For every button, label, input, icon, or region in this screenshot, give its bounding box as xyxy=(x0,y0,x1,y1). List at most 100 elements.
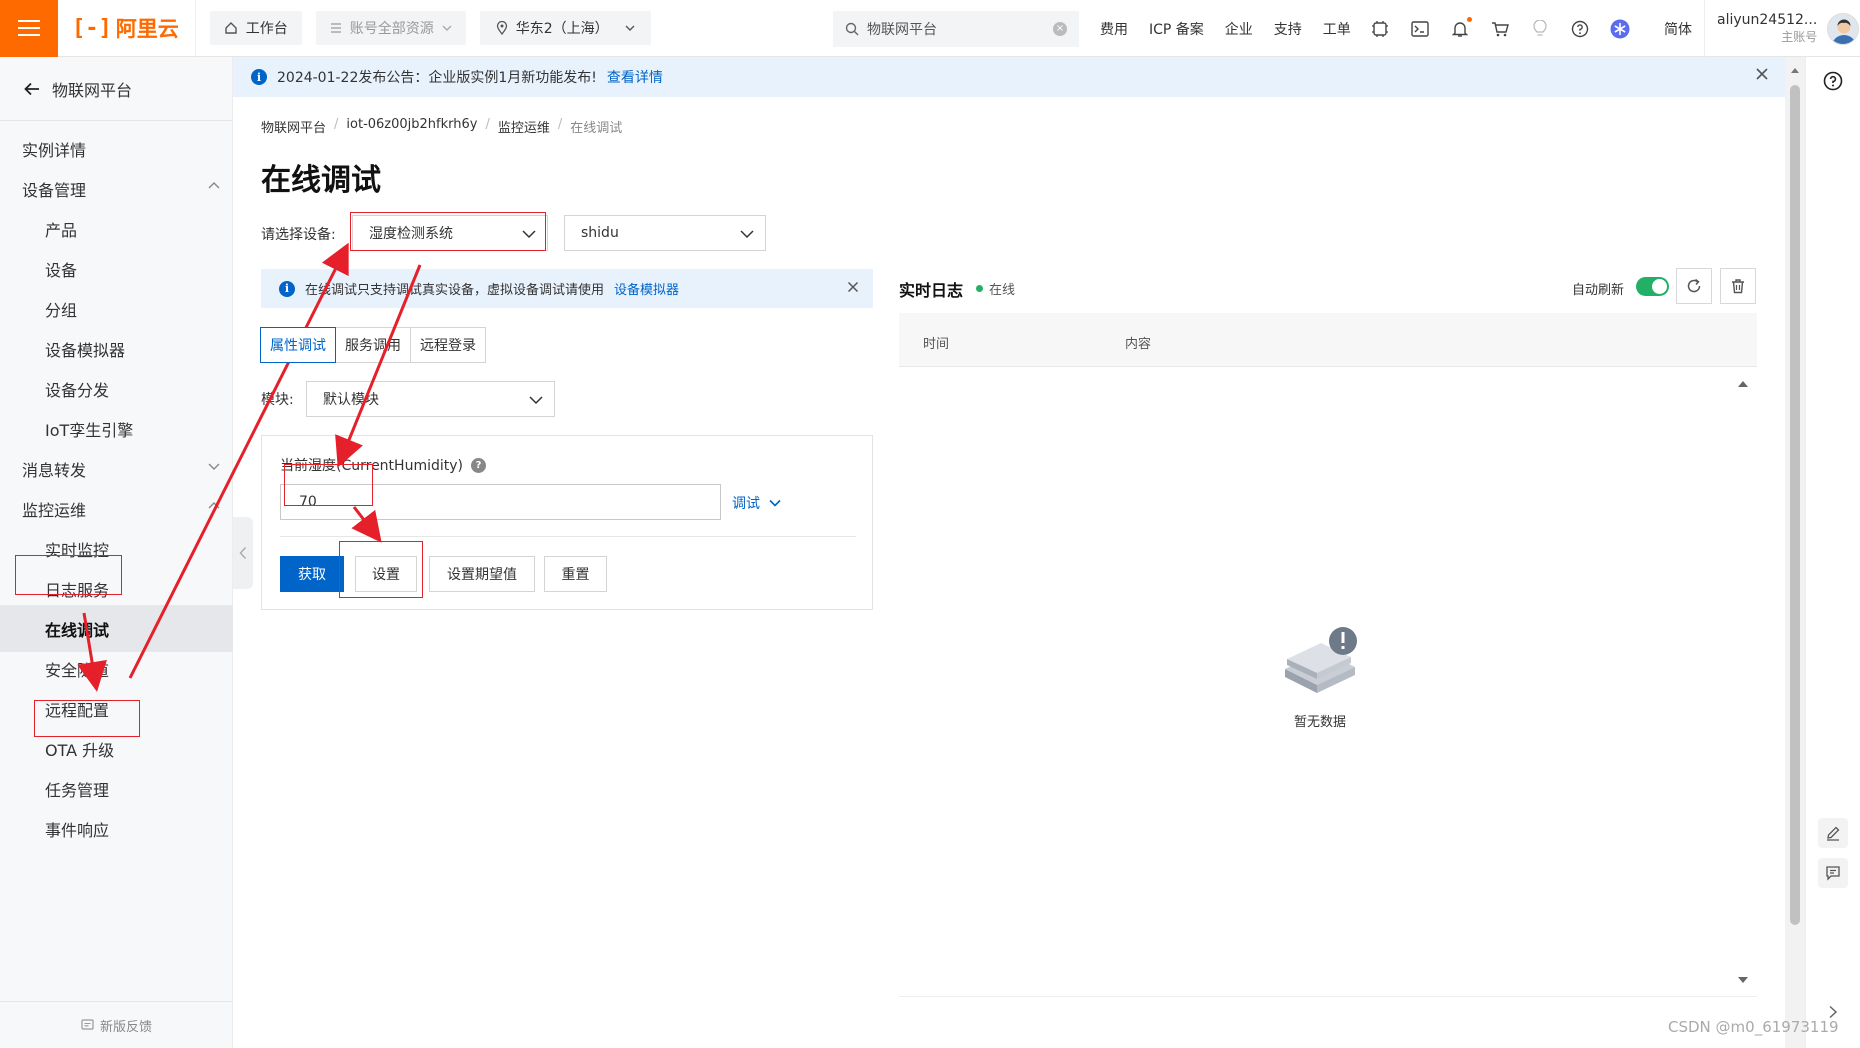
realtime-log-title: 实时日志 xyxy=(899,281,964,300)
message-button[interactable] xyxy=(1818,858,1848,888)
property-name: 当前湿度(CurrentHumidity) xyxy=(280,458,463,474)
debug-tip-banner: i 在线调试只支持调试真实设备，虚拟设备调试请使用 设备模拟器 xyxy=(261,269,873,308)
help-icon xyxy=(1823,71,1843,91)
debug-dropdown[interactable]: 调试 xyxy=(732,493,782,513)
reset-button[interactable]: 重置 xyxy=(544,556,607,592)
tab-remote-login[interactable]: 远程登录 xyxy=(410,327,486,363)
sidebar-item-label: IoT孪生引擎 xyxy=(45,420,134,440)
close-icon[interactable] xyxy=(1755,67,1769,81)
device-status: 在线 xyxy=(976,279,1015,298)
help-button[interactable] xyxy=(1818,66,1848,96)
set-expected-value-button[interactable]: 设置期望值 xyxy=(429,556,535,592)
account-name: aliyun24512... xyxy=(1717,12,1818,29)
search-icon xyxy=(845,22,859,36)
pen-icon xyxy=(1827,826,1840,841)
account-role: 主账号 xyxy=(1781,29,1818,44)
notification-bell-icon[interactable] xyxy=(1450,16,1472,39)
right-tool-rail xyxy=(1805,57,1860,1048)
get-button[interactable]: 获取 xyxy=(280,556,344,592)
sidebar: 物联网平台 实例详情 设备管理 产品 设备 分组 设备模拟器 设备分发 IoT孪… xyxy=(0,57,233,1048)
sidebar-item-label: 设备模拟器 xyxy=(45,340,126,360)
workbench-button[interactable]: 工作台 xyxy=(209,11,302,45)
assistant-avatar-icon[interactable] xyxy=(1610,19,1630,39)
link-enterprise[interactable]: 企业 xyxy=(1225,19,1253,39)
log-table-header: 时间 内容 xyxy=(899,313,1757,367)
hamburger-menu-icon[interactable] xyxy=(0,0,58,57)
search-value: 物联网平台 xyxy=(867,22,937,38)
chevron-down-icon xyxy=(740,230,754,239)
arrow-left-icon xyxy=(24,82,39,95)
page-scrollbar-thumb[interactable] xyxy=(1790,85,1800,925)
clear-search-icon[interactable]: × xyxy=(1053,22,1067,36)
announcement-text: 2024-01-22发布公告：企业版实例1月新功能发布! xyxy=(277,70,597,86)
workbench-label: 工作台 xyxy=(245,21,288,37)
edit-button[interactable] xyxy=(1818,818,1848,848)
aliyun-logo[interactable]: [-] 阿里云 xyxy=(58,0,196,57)
account-scope-label: 账号全部资源 xyxy=(349,21,434,37)
language-switch[interactable]: 简体 xyxy=(1664,19,1692,39)
lightbulb-icon[interactable] xyxy=(1530,19,1550,39)
device-simulator-link[interactable]: 设备模拟器 xyxy=(614,279,679,298)
toggle-knob xyxy=(1652,279,1667,294)
chevron-up-icon xyxy=(208,502,220,509)
log-scrollbar[interactable] xyxy=(1737,377,1749,987)
tab-property-debug[interactable]: 属性调试 xyxy=(260,327,336,363)
refresh-button[interactable] xyxy=(1676,268,1712,304)
sidebar-feedback-button[interactable]: 新版反馈 xyxy=(0,1001,233,1048)
sidebar-item-label: 设备管理 xyxy=(22,180,87,200)
user-avatar[interactable] xyxy=(1827,12,1860,45)
auto-refresh-toggle[interactable] xyxy=(1636,277,1669,296)
account-menu[interactable]: aliyun24512... 主账号 xyxy=(1704,0,1860,57)
sidebar-back-button[interactable]: 物联网平台 xyxy=(0,57,232,121)
link-icp[interactable]: ICP 备案 xyxy=(1149,19,1204,39)
cart-icon[interactable] xyxy=(1490,19,1510,39)
breadcrumb-monitoring-ops[interactable]: 监控运维 xyxy=(498,117,550,136)
product-select-value: 湿度检测系统 xyxy=(369,226,453,242)
clear-log-button[interactable] xyxy=(1720,268,1756,304)
chevron-down-icon xyxy=(769,499,781,507)
announcement-details-link[interactable]: 查看详情 xyxy=(607,67,663,87)
chevron-up-icon xyxy=(208,182,220,189)
app-icon[interactable] xyxy=(1370,19,1390,39)
page-scrollbar[interactable] xyxy=(1785,57,1805,1048)
breadcrumb-instance[interactable]: iot-06z00jb2hfkrh6y xyxy=(346,117,477,136)
module-select[interactable]: 默认模块 xyxy=(306,381,555,417)
link-billing[interactable]: 费用 xyxy=(1100,19,1128,39)
sidebar-item-label: 实时监控 xyxy=(45,540,110,560)
property-label: 当前湿度(CurrentHumidity) ? xyxy=(280,455,486,475)
sidebar-collapse-handle[interactable] xyxy=(233,517,253,589)
sidebar-item-label: OTA 升级 xyxy=(45,740,115,760)
account-scope-dropdown[interactable]: 账号全部资源 xyxy=(315,11,466,45)
chevron-left-icon xyxy=(239,547,247,559)
refresh-icon xyxy=(1687,278,1701,293)
close-icon[interactable] xyxy=(847,281,859,293)
chevron-down-icon xyxy=(208,463,220,470)
global-search-input[interactable]: 物联网平台 × xyxy=(833,11,1079,47)
sidebar-item-label: 产品 xyxy=(45,220,78,240)
empty-data-illustration-icon xyxy=(1285,627,1357,693)
link-tickets[interactable]: 工单 xyxy=(1323,19,1351,39)
sidebar-item-event-response[interactable]: 事件响应 xyxy=(0,805,233,852)
page-title: 在线调试 xyxy=(261,163,381,198)
feedback-label: 新版反馈 xyxy=(99,1019,152,1035)
help-icon[interactable] xyxy=(1570,19,1590,39)
tab-service-call[interactable]: 服务调用 xyxy=(335,327,411,363)
property-value-input[interactable]: 70 xyxy=(280,484,721,520)
list-icon xyxy=(330,23,341,33)
breadcrumb: 物联网平台 / iot-06z00jb2hfkrh6y / 监控运维 / 在线调试 xyxy=(261,117,623,136)
link-support[interactable]: 支持 xyxy=(1274,19,1302,39)
tab-label: 属性调试 xyxy=(270,338,326,354)
terminal-icon[interactable] xyxy=(1410,19,1430,39)
region-dropdown[interactable]: 华东2（上海） xyxy=(479,11,651,45)
breadcrumb-iot-platform[interactable]: 物联网平台 xyxy=(261,117,326,136)
device-select[interactable]: shidu xyxy=(564,215,766,251)
product-select[interactable]: 湿度检测系统 xyxy=(352,215,548,251)
debug-label: 调试 xyxy=(732,496,760,512)
announcement-bar: i 2024-01-22发布公告：企业版实例1月新功能发布! 查看详情 xyxy=(233,57,1785,97)
info-icon: i xyxy=(251,69,267,85)
question-icon[interactable]: ? xyxy=(470,457,486,473)
set-button[interactable]: 设置 xyxy=(355,556,417,592)
tab-label: 服务调用 xyxy=(345,338,401,354)
sidebar-item-label: 消息转发 xyxy=(22,460,87,480)
chevron-down-icon xyxy=(442,25,452,31)
